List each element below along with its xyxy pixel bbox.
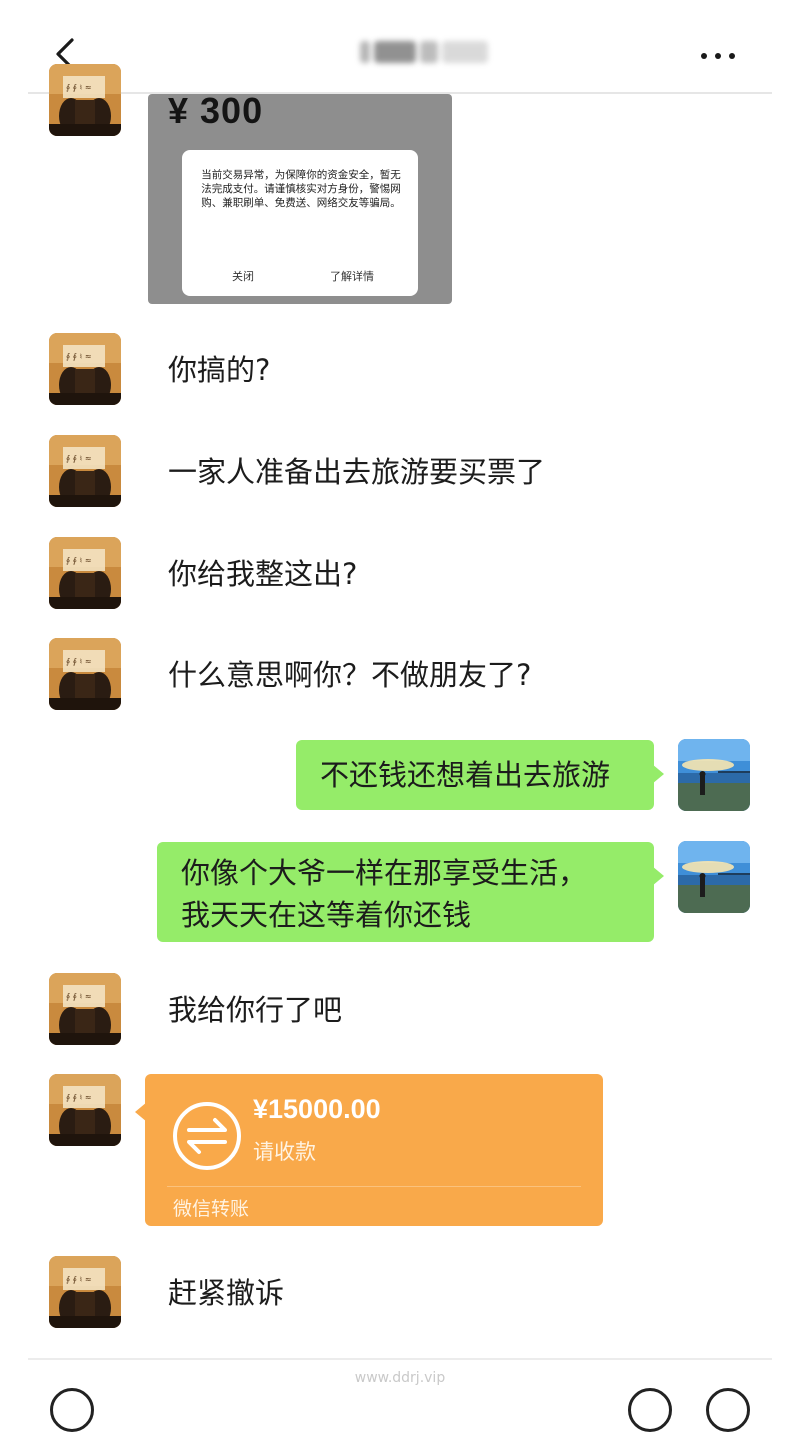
transfer-label: 微信转账 <box>173 1198 250 1220</box>
warning-dialog-text: 当前交易异常，为保障你的资金安全，暂无法完成支付。请谨慎核实对方身份，警惕网购、… <box>201 169 401 209</box>
input-bar-divider <box>28 1358 772 1360</box>
message-text: 不还钱还想着出去旅游 <box>320 758 611 792</box>
blurred-contact-name <box>360 34 500 70</box>
my-avatar[interactable] <box>678 739 750 811</box>
message-text: 什么意思啊你？不做朋友了? <box>168 658 532 692</box>
friend-avatar[interactable] <box>49 537 121 609</box>
message-text: 你给我整这出? <box>168 557 358 591</box>
dialog-close-label: 关闭 <box>232 270 254 283</box>
watermark: www.ddrj.vip <box>354 1370 446 1386</box>
more-dots-icon[interactable] <box>698 44 738 68</box>
message-text: 我给你行了吧 <box>168 993 343 1027</box>
my-avatar[interactable] <box>678 841 750 913</box>
my-message-bubble[interactable]: 你像个大爷一样在那享受生活， 我天天在这等着你还钱 <box>157 842 664 942</box>
screenshot-image-message[interactable]: ¥ 300 当前交易异常，为保障你的资金安全，暂无法完成支付。请谨慎核实对方身份… <box>148 90 452 304</box>
friend-avatar[interactable] <box>49 1256 121 1328</box>
voice-toggle-icon[interactable] <box>50 1388 94 1432</box>
friend-avatar[interactable] <box>49 435 121 507</box>
wechat-transfer-card[interactable]: ¥15000.00 请收款 微信转账 <box>135 1074 603 1226</box>
screenshot-amount: ¥ 300 <box>168 90 264 131</box>
message-text: 赶紧撤诉 <box>168 1276 285 1310</box>
transfer-arrows-icon <box>173 1102 241 1170</box>
message-text-line: 我天天在这等着你还钱 <box>181 898 472 932</box>
dialog-details-label: 了解详情 <box>330 270 374 283</box>
my-message-bubble[interactable]: 不还钱还想着出去旅游 <box>296 740 664 810</box>
add-icon[interactable] <box>706 1388 750 1432</box>
transfer-divider <box>167 1186 581 1187</box>
friend-avatar[interactable] <box>49 333 121 405</box>
friend-avatar[interactable] <box>49 1074 121 1146</box>
emoji-icon[interactable] <box>628 1388 672 1432</box>
transfer-amount: ¥15000.00 <box>253 1094 381 1124</box>
warning-dialog: 当前交易异常，为保障你的资金安全，暂无法完成支付。请谨慎核实对方身份，警惕网购、… <box>182 150 418 296</box>
message-text: 你搞的? <box>168 353 271 387</box>
friend-avatar[interactable] <box>49 973 121 1045</box>
message-text-line: 你像个大爷一样在那享受生活， <box>181 856 588 890</box>
friend-avatar[interactable] <box>49 638 121 710</box>
transfer-status: 请收款 <box>253 1140 316 1164</box>
friend-avatar[interactable] <box>49 64 121 136</box>
message-text: 一家人准备出去旅游要买票了 <box>168 455 546 489</box>
